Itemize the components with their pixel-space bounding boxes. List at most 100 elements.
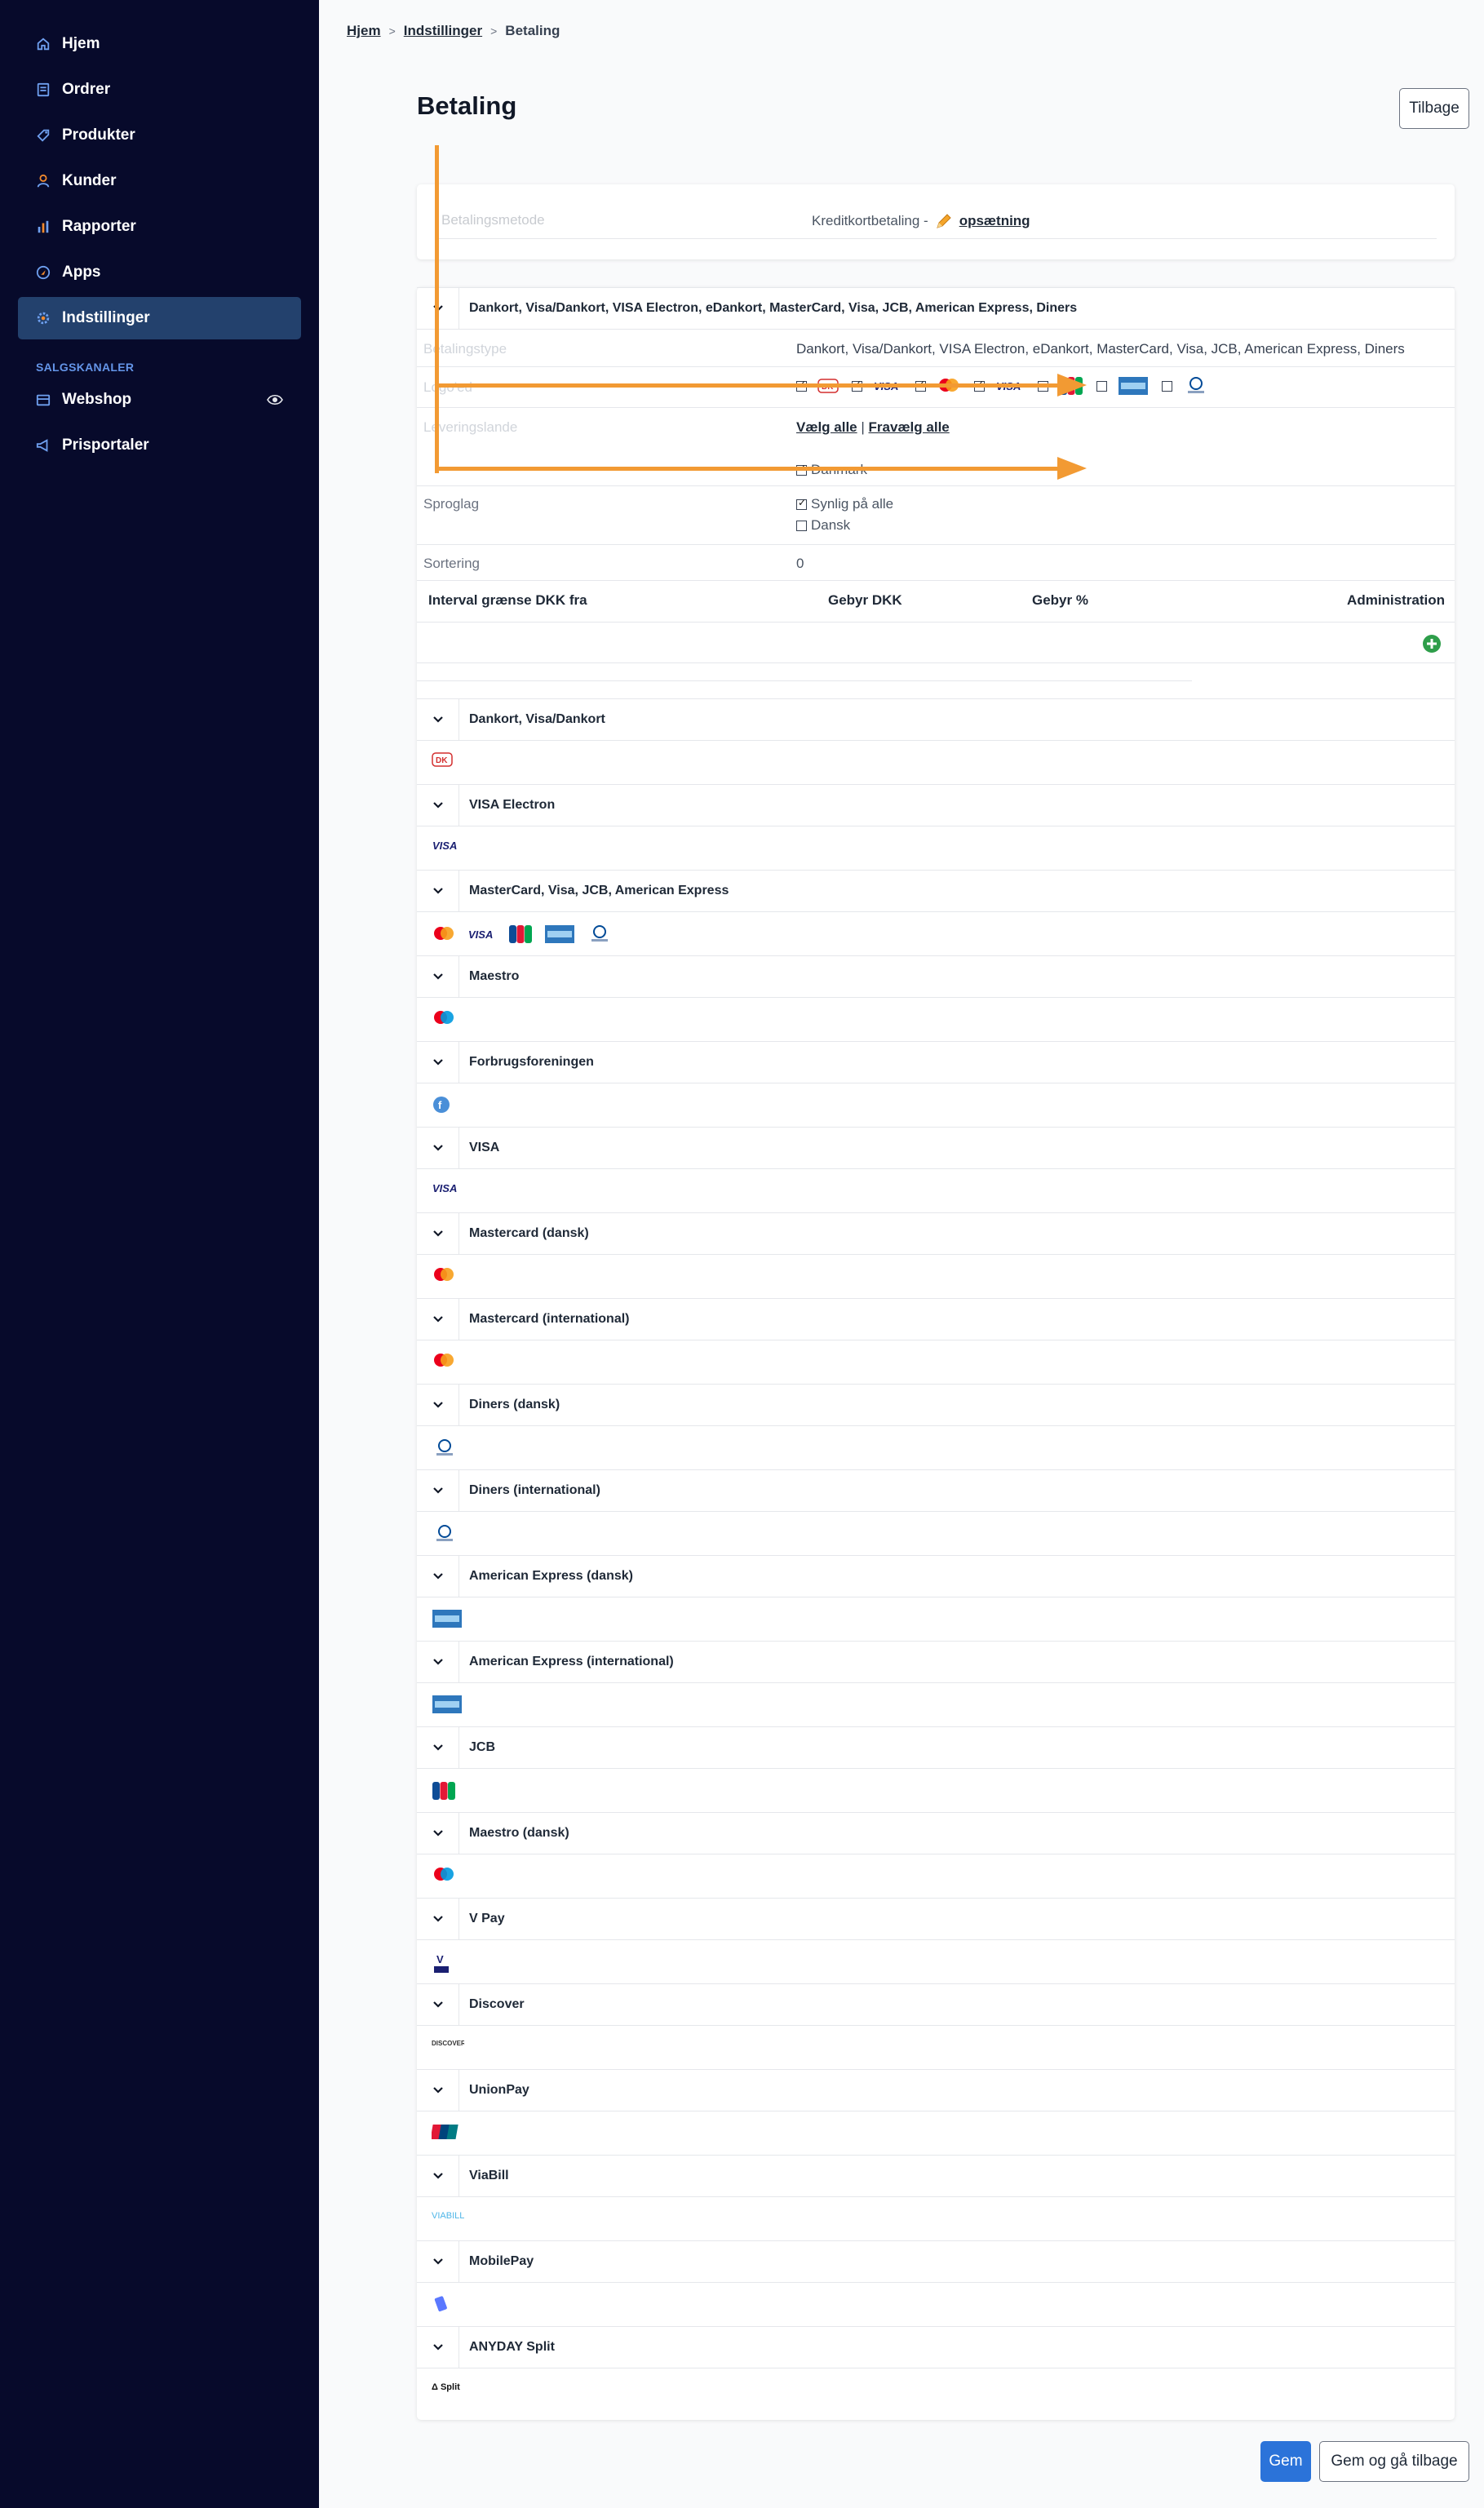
payment-group-header[interactable]: ANYDAY Split (417, 2326, 1455, 2368)
chevron-down-icon[interactable] (417, 1042, 459, 1083)
nav-orders[interactable]: Ordrer (18, 69, 301, 111)
chevron-down-icon[interactable] (417, 1556, 459, 1597)
logo-checkbox[interactable] (1162, 380, 1172, 392)
anyday-icon: Δ Split (432, 2380, 467, 2393)
select-all-link[interactable]: Vælg alle (796, 419, 857, 435)
main-content: Hjem > Indstillinger > Betaling Betaling… (319, 0, 1484, 2508)
chevron-down-icon[interactable] (417, 785, 459, 826)
chevron-down-icon[interactable] (417, 1128, 459, 1168)
language-dansk-label: Dansk (811, 517, 851, 533)
back-button[interactable]: Tilbage (1399, 88, 1469, 129)
chevron-down-icon[interactable] (417, 871, 459, 911)
add-icon[interactable] (1422, 634, 1442, 654)
nav-reports[interactable]: Rapporter (18, 206, 301, 248)
payment-group-header[interactable]: Maestro (417, 955, 1455, 998)
logo-checkbox[interactable] (1096, 380, 1107, 392)
svg-text:VIABILL: VIABILL (432, 2211, 464, 2221)
svg-text:Δ Split: Δ Split (432, 2382, 460, 2392)
breadcrumb-current: Betaling (505, 23, 560, 38)
chevron-down-icon[interactable] (417, 2070, 459, 2111)
pencil-icon (936, 214, 951, 228)
nav-settings-label: Indstillinger (62, 309, 150, 326)
nav-price-portals[interactable]: Prisportaler (18, 424, 301, 467)
payment-group-header[interactable]: VISA Electron (417, 784, 1455, 826)
payment-group-header[interactable]: V Pay (417, 1898, 1455, 1940)
nav-apps[interactable]: Apps (18, 251, 301, 294)
col-administration: Administration (1347, 592, 1445, 608)
mobilepay-icon (432, 2294, 451, 2314)
payment-group-logos: f (432, 1095, 451, 1114)
payment-group-logos: V (432, 1952, 451, 1974)
payment-group-logos: DK (432, 752, 453, 767)
payment-group-header[interactable]: Diners (international) (417, 1469, 1455, 1512)
nav-settings[interactable]: Indstillinger (18, 297, 301, 339)
payment-group-header[interactable]: Mastercard (dansk) (417, 1212, 1455, 1255)
annotation-arrow (435, 145, 439, 473)
main-group-header[interactable]: Dankort, Visa/Dankort, VISA Electron, eD… (417, 287, 1455, 330)
diners-icon (432, 1438, 458, 1459)
nav-home-label: Hjem (62, 35, 100, 52)
payment-group-header[interactable]: MasterCard, Visa, JCB, American Express (417, 870, 1455, 912)
language-all-checkbox[interactable] (796, 497, 807, 511)
chevron-down-icon[interactable] (417, 1470, 459, 1511)
chevron-down-icon[interactable] (417, 2327, 459, 2368)
divider (435, 238, 1437, 239)
language-row: Sproglag Synlig på alle Dansk (417, 486, 1455, 545)
payment-group-header[interactable]: Mastercard (international) (417, 1298, 1455, 1340)
language-dansk-checkbox[interactable] (796, 521, 807, 532)
chevron-down-icon[interactable] (417, 2241, 459, 2282)
chevron-down-icon[interactable] (417, 1984, 459, 2025)
main-group-title: Dankort, Visa/Dankort, VISA Electron, eD… (469, 301, 1078, 315)
chevron-down-icon[interactable] (417, 1213, 459, 1254)
breadcrumb-settings[interactable]: Indstillinger (404, 23, 482, 39)
sidebar: Hjem Ordrer Produkter Kunder Rapporter A… (0, 0, 319, 2508)
payment-settings-card: Dankort, Visa/Dankort, VISA Electron, eD… (417, 287, 1455, 2420)
diners-icon (432, 1523, 458, 1544)
chevron-down-icon[interactable] (417, 956, 459, 997)
nav-webshop[interactable]: Webshop (18, 379, 301, 421)
payment-group-header[interactable]: UnionPay (417, 2069, 1455, 2111)
payment-type-row: Betalingstype Dankort, Visa/Dankort, VIS… (417, 330, 1455, 367)
payment-group-title: MasterCard, Visa, JCB, American Express (469, 884, 729, 897)
diners-icon (1188, 377, 1204, 393)
chevron-down-icon[interactable] (417, 1727, 459, 1768)
table-divider (417, 680, 1192, 681)
nav-customers[interactable]: Kunder (18, 160, 301, 202)
chart-icon (38, 220, 49, 233)
payment-group-logos (432, 1609, 463, 1628)
payment-group-header[interactable]: Diners (dansk) (417, 1384, 1455, 1426)
nav-home[interactable]: Hjem (18, 23, 301, 65)
payment-group-title: V Pay (469, 1912, 505, 1925)
payment-group-header[interactable]: American Express (international) (417, 1641, 1455, 1683)
payment-group-title: Mastercard (dansk) (469, 1226, 589, 1240)
nav-price-portals-label: Prisportaler (62, 436, 149, 454)
payment-group-header[interactable]: Maestro (dansk) (417, 1812, 1455, 1854)
table-divider (417, 662, 1455, 663)
chevron-down-icon[interactable] (417, 1899, 459, 1939)
payment-group-header[interactable]: American Express (dansk) (417, 1555, 1455, 1597)
chevron-down-icon[interactable] (417, 699, 459, 740)
eye-icon[interactable] (267, 392, 283, 408)
save-button[interactable]: Gem (1260, 2441, 1311, 2482)
chevron-down-icon[interactable] (417, 2156, 459, 2196)
sort-row: Sortering 0 (417, 545, 1455, 581)
chevron-down-icon[interactable] (417, 1813, 459, 1854)
chevron-down-icon[interactable] (417, 1385, 459, 1425)
breadcrumb-home[interactable]: Hjem (347, 23, 381, 39)
chevron-down-icon[interactable] (417, 1299, 459, 1340)
payment-group-header[interactable]: MobilePay (417, 2240, 1455, 2283)
payment-group-header[interactable]: Discover (417, 1983, 1455, 2026)
setup-link[interactable]: opsætning (959, 213, 1030, 229)
save-and-back-button[interactable]: Gem og gå tilbage (1319, 2441, 1469, 2482)
payment-group-header[interactable]: Dankort, Visa/Dankort (417, 698, 1455, 741)
payment-group-header[interactable]: ViaBill (417, 2155, 1455, 2197)
col-fee-percent: Gebyr % (1032, 592, 1088, 608)
svg-text:VISA: VISA (468, 928, 493, 941)
svg-text:f: f (438, 1099, 442, 1111)
chevron-down-icon[interactable] (417, 1642, 459, 1682)
deselect-all-link[interactable]: Fravælg alle (869, 419, 950, 435)
nav-products[interactable]: Produkter (18, 114, 301, 157)
payment-group-header[interactable]: JCB (417, 1726, 1455, 1769)
payment-group-header[interactable]: VISA (417, 1127, 1455, 1169)
payment-group-header[interactable]: Forbrugsforeningen (417, 1041, 1455, 1083)
